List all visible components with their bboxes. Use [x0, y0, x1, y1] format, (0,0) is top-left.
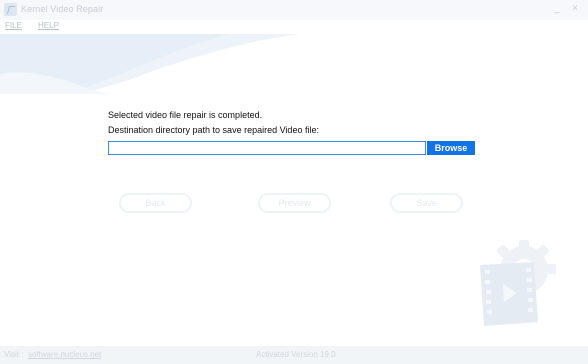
- back-button[interactable]: Back: [119, 193, 192, 213]
- preview-button[interactable]: Preview: [258, 193, 331, 213]
- close-button[interactable]: ×: [568, 2, 582, 16]
- save-button[interactable]: Save: [390, 193, 463, 213]
- destination-label: Destination directory path to save repai…: [108, 125, 319, 135]
- repair-status-message: Selected video file repair is completed.: [108, 110, 263, 120]
- menu-bar: FILE HELP: [0, 20, 588, 34]
- browse-button[interactable]: Browse: [427, 141, 475, 155]
- status-bar: Visit : software.nucleus.net Activated V…: [0, 346, 588, 364]
- version-text: Activated Version 19.0: [256, 350, 336, 359]
- app-logo-icon: [4, 3, 17, 16]
- web-label: Visit :: [4, 350, 24, 359]
- website-link[interactable]: software.nucleus.net: [28, 350, 101, 359]
- video-gear-icon: [480, 240, 556, 326]
- header-wave-decoration: [0, 34, 300, 94]
- title-bar: Kernel Video Repair _ ×: [0, 0, 588, 20]
- menu-help[interactable]: HELP: [38, 21, 59, 30]
- minimize-button[interactable]: _: [550, 2, 564, 16]
- menu-file[interactable]: FILE: [5, 21, 22, 30]
- window-title: Kernel Video Repair: [21, 4, 104, 14]
- destination-path-input[interactable]: [108, 141, 426, 155]
